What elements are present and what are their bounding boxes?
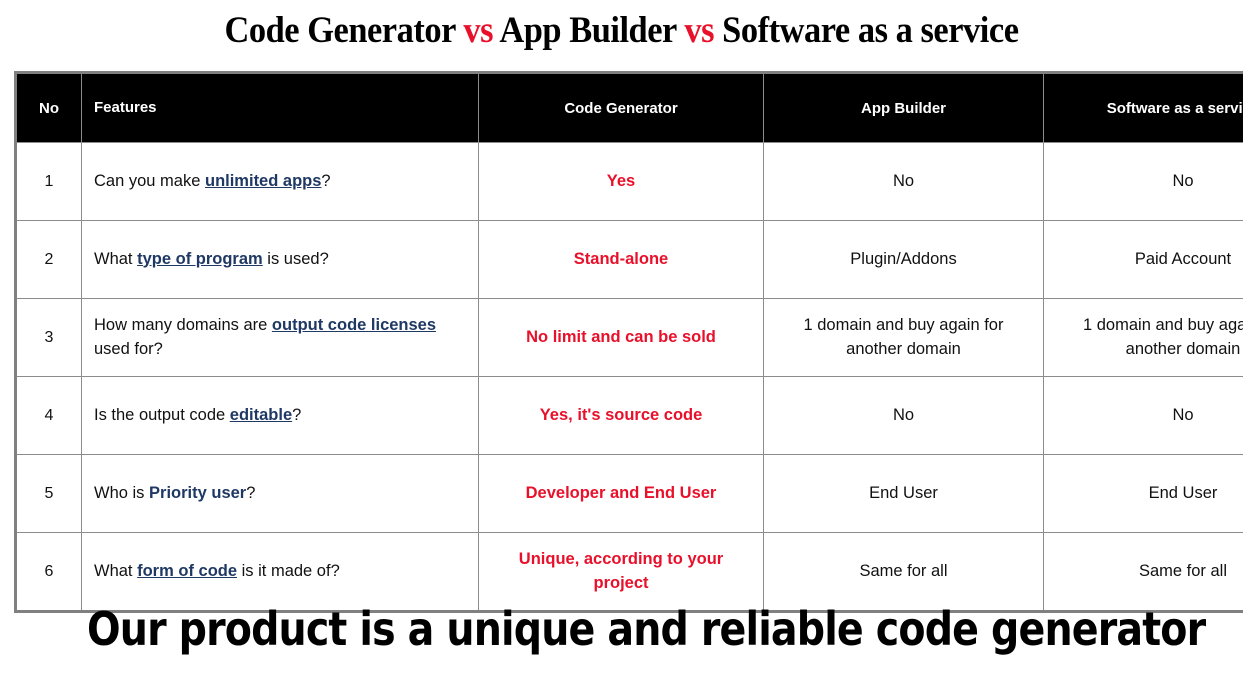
feature-text-suffix: used for?: [94, 339, 163, 358]
table-header: No Features Code Generator App Builder S…: [15, 72, 1243, 143]
saas-cell: Paid Account: [1043, 220, 1243, 299]
table-row: 2 What type of program is used? Stand-alon…: [15, 220, 1243, 299]
feature-keyword: type of program: [137, 249, 263, 268]
feature-keyword: editable: [229, 405, 293, 424]
feature-keyword: form of code: [137, 561, 238, 580]
code-generator-value: No limit and can be sold: [526, 327, 716, 346]
title-vs-separator-1: vs: [463, 10, 494, 51]
saas-cell: End User: [1043, 454, 1243, 533]
feature-text-suffix: ?: [321, 171, 331, 190]
table-body: 1 Can you make unlimited apps? Yes No No 2 Wha…: [15, 142, 1243, 612]
code-generator-cell: Yes, it's source code: [478, 376, 764, 455]
code-generator-cell: Unique, according to your project: [478, 532, 764, 612]
row-number: 3: [15, 298, 82, 377]
title-vs-separator-2: vs: [684, 10, 715, 51]
title-segment-code-generator: Code Generator: [224, 10, 456, 51]
column-header-code-generator: Code Generator: [478, 72, 764, 143]
code-generator-value: Yes, it's source code: [539, 405, 703, 424]
feature-cell: Is the output code editable?: [81, 376, 479, 455]
page-title: Code Generator vs App Builder vs Softwar…: [44, 0, 1200, 49]
row-number: 4: [15, 376, 82, 455]
feature-cell: Who is Priority user?: [81, 454, 479, 533]
app-builder-cell: No: [763, 376, 1044, 455]
code-generator-value: Developer and End User: [525, 483, 717, 502]
saas-cell: No: [1043, 142, 1243, 221]
feature-keyword: Priority user: [149, 483, 247, 502]
app-builder-cell: No: [763, 142, 1044, 221]
comparison-table-container: No Features Code Generator App Builder S…: [14, 71, 1243, 613]
column-header-app-builder: App Builder: [763, 72, 1044, 143]
table-row: 6 What form of code is it made of? Unique,…: [15, 532, 1243, 612]
feature-cell: What form of code is it made of?: [81, 532, 479, 612]
feature-text-suffix: is used?: [262, 249, 329, 268]
code-generator-cell: Stand-alone: [478, 220, 764, 299]
feature-text-suffix: ?: [246, 483, 256, 502]
title-segment-saas: Software as a service: [722, 10, 1019, 51]
feature-keyword: unlimited apps: [204, 171, 322, 190]
feature-text-prefix: Who is: [94, 483, 150, 502]
table-row: 5 Who is Priority user? Developer and End …: [15, 454, 1243, 533]
feature-cell: How many domains are output code license…: [81, 298, 479, 377]
row-number: 5: [15, 454, 82, 533]
table-row: 3 How many domains are output code licens…: [15, 298, 1243, 377]
title-segment-app-builder: App Builder: [499, 10, 677, 51]
code-generator-value: Stand-alone: [573, 249, 669, 268]
code-generator-value: Yes: [606, 171, 636, 190]
feature-text-suffix: ?: [292, 405, 302, 424]
saas-cell: Same for all: [1043, 532, 1243, 612]
app-builder-cell: End User: [763, 454, 1044, 533]
row-number: 1: [15, 142, 82, 221]
feature-cell: Can you make unlimited apps?: [81, 142, 479, 221]
feature-text-prefix: Is the output code: [94, 405, 230, 424]
row-number: 6: [15, 532, 82, 612]
saas-cell: No: [1043, 376, 1243, 455]
table-row: 4 Is the output code editable? Yes, it's s…: [15, 376, 1243, 455]
app-builder-cell: Same for all: [763, 532, 1044, 612]
code-generator-cell: Developer and End User: [478, 454, 764, 533]
code-generator-cell: Yes: [478, 142, 764, 221]
table-header-row: No Features Code Generator App Builder S…: [15, 72, 1243, 143]
saas-cell: 1 domain and buy again for another domai…: [1043, 298, 1243, 377]
app-builder-cell: 1 domain and buy again for another domai…: [763, 298, 1044, 377]
column-header-no: No: [15, 72, 82, 143]
code-generator-cell: No limit and can be sold: [478, 298, 764, 377]
feature-keyword: output code licenses: [271, 315, 437, 334]
feature-text-prefix: Can you make: [94, 171, 205, 190]
app-builder-cell: Plugin/Addons: [763, 220, 1044, 299]
column-header-saas: Software as a service: [1043, 72, 1243, 143]
tagline: Our product is a unique and reliable cod…: [87, 602, 1206, 656]
feature-text-prefix: What: [94, 561, 138, 580]
feature-cell: What type of program is used?: [81, 220, 479, 299]
comparison-table: No Features Code Generator App Builder S…: [14, 71, 1243, 613]
table-row: 1 Can you make unlimited apps? Yes No No: [15, 142, 1243, 221]
row-number: 2: [15, 220, 82, 299]
feature-text-suffix: is it made of?: [237, 561, 340, 580]
feature-text-prefix: How many domains are: [94, 315, 272, 334]
code-generator-value: Unique, according to your project: [518, 550, 724, 592]
feature-text-prefix: What: [94, 249, 138, 268]
column-header-features: Features: [81, 72, 479, 143]
